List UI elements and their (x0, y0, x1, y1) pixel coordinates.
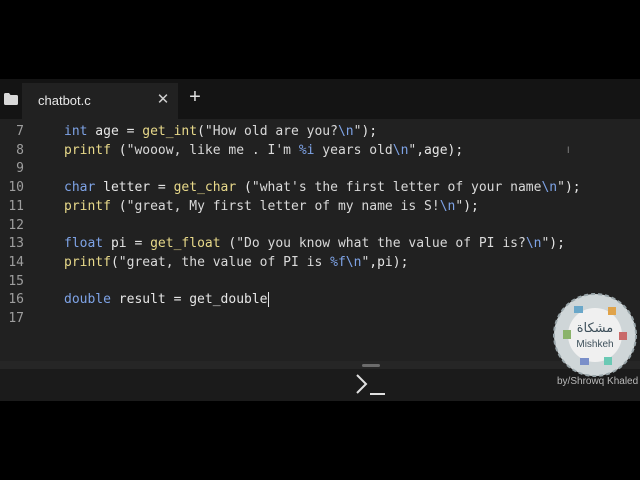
line-number: 13 (8, 236, 24, 252)
line-number: 10 (8, 180, 24, 196)
code-token: letter = (95, 180, 174, 196)
code-token: \n (337, 124, 354, 139)
line-number: 15 (8, 273, 24, 289)
tab-bar: chatbot.c ✕ + (0, 79, 640, 119)
code-token: ,pi); (369, 254, 409, 270)
code-text[interactable]: printf ("wooow, like me . I'm %i years o… (64, 142, 463, 161)
code-text[interactable]: float pi = get_float ("Do you know what … (64, 235, 565, 254)
code-token: years old (314, 142, 393, 158)
code-token: " (455, 198, 464, 214)
line-number: 8 (16, 142, 24, 158)
code-line[interactable]: 14 printf("great, the value of PI is %f\n… (0, 254, 640, 273)
mishkeh-logo: مشكاة Mishkeh (553, 293, 637, 377)
code-token: result = get_double (110, 292, 268, 308)
text-cursor (267, 292, 269, 308)
folder-icon[interactable] (0, 88, 22, 110)
code-line[interactable]: 12 (0, 217, 640, 236)
code-token: ( (110, 254, 119, 270)
code-token: printf (64, 254, 111, 270)
code-token: \n (439, 198, 456, 214)
code-token: \n (392, 142, 409, 158)
code-token: ); (564, 180, 581, 196)
code-line[interactable]: 8 printf ("wooow, like me . I'm %i years … (0, 142, 640, 161)
code-editor-window: chatbot.c ✕ + 7 int age = get_int("How ol… (0, 79, 640, 401)
code-line[interactable]: 7 int age = get_int("How old are you?\n")… (0, 123, 640, 142)
close-icon[interactable]: ✕ (156, 92, 170, 107)
code-line[interactable]: 17 (0, 310, 640, 329)
line-number: 11 (8, 198, 24, 214)
code-line[interactable]: 13 float pi = get_float ("Do you know wha… (0, 235, 640, 254)
tab-chatbot-c[interactable]: chatbot.c ✕ (22, 83, 178, 119)
code-text[interactable]: char letter = get_char ("what's the firs… (64, 179, 581, 198)
code-token: \n (345, 254, 362, 270)
code-line[interactable]: 11 printf ("great, My first letter of my … (0, 198, 640, 217)
code-token: "Do you know what the value of PI is? (236, 236, 526, 252)
mouse-ibeam-icon: I (567, 145, 570, 155)
code-token: ( (110, 198, 127, 214)
code-token: ( (236, 180, 252, 196)
code-token: ( (110, 142, 127, 158)
code-token: get_float (150, 236, 221, 252)
code-area[interactable]: 7 int age = get_int("How old are you?\n")… (0, 123, 640, 361)
credit-text: by/Shrowq Khaled (557, 376, 639, 387)
code-token: %f (330, 254, 346, 270)
panel-resize-handle[interactable] (0, 361, 640, 369)
code-token: ); (549, 236, 565, 252)
code-token: "wooow, like me . I'm (126, 142, 299, 158)
logo-name-text: Mishkeh (576, 339, 613, 350)
code-token: age = (87, 124, 143, 139)
logo-arabic-text: مشكاة (577, 321, 614, 336)
code-line[interactable]: 16 double result = get_double (0, 291, 640, 310)
code-token: \n (541, 180, 558, 196)
terminal-panel[interactable] (0, 369, 640, 401)
line-number: 12 (8, 217, 24, 233)
code-token: ( (220, 236, 237, 252)
line-number: 7 (16, 124, 24, 139)
code-token: pi = (103, 236, 151, 252)
plus-icon[interactable]: + (186, 87, 204, 107)
terminal-prompt-icon[interactable] (354, 372, 388, 398)
code-token: get_char (173, 180, 237, 196)
code-token: "great, the value of PI is (118, 254, 331, 270)
code-token: "great, My first letter of my name is S! (126, 198, 440, 214)
code-token: int (64, 124, 88, 139)
code-token: \n (525, 236, 542, 252)
code-token: float (64, 236, 104, 252)
tab-filename: chatbot.c (38, 93, 91, 108)
code-token: "How old are you? (204, 124, 338, 139)
code-text[interactable]: printf("great, the value of PI is %f\n",… (64, 254, 408, 273)
code-token: char (64, 180, 96, 196)
code-text[interactable]: printf ("great, My first letter of my na… (64, 198, 479, 217)
line-number: 9 (16, 161, 24, 177)
code-token: double (64, 292, 111, 308)
code-text[interactable]: int age = get_int("How old are you?\n"); (64, 123, 377, 142)
grip-icon[interactable] (362, 364, 380, 367)
code-token: ); (463, 198, 479, 214)
code-token: ); (361, 124, 378, 139)
code-token: get_int (142, 124, 198, 139)
code-line[interactable]: 10 char letter = get_char ("what's the fi… (0, 179, 640, 198)
code-token: ,age); (416, 142, 464, 158)
code-token: printf (64, 198, 111, 214)
code-token: " (557, 180, 565, 196)
line-number: 16 (8, 292, 24, 308)
code-text[interactable]: double result = get_double (64, 291, 269, 310)
code-line[interactable]: 9 (0, 160, 640, 179)
code-line[interactable]: 15 (0, 273, 640, 292)
code-token: %i (298, 142, 315, 158)
code-token: "what's the first letter of your name (251, 180, 542, 196)
code-token: ( (197, 124, 205, 139)
line-number: 17 (8, 311, 24, 326)
code-token: printf (64, 142, 111, 158)
line-number: 14 (8, 254, 24, 270)
